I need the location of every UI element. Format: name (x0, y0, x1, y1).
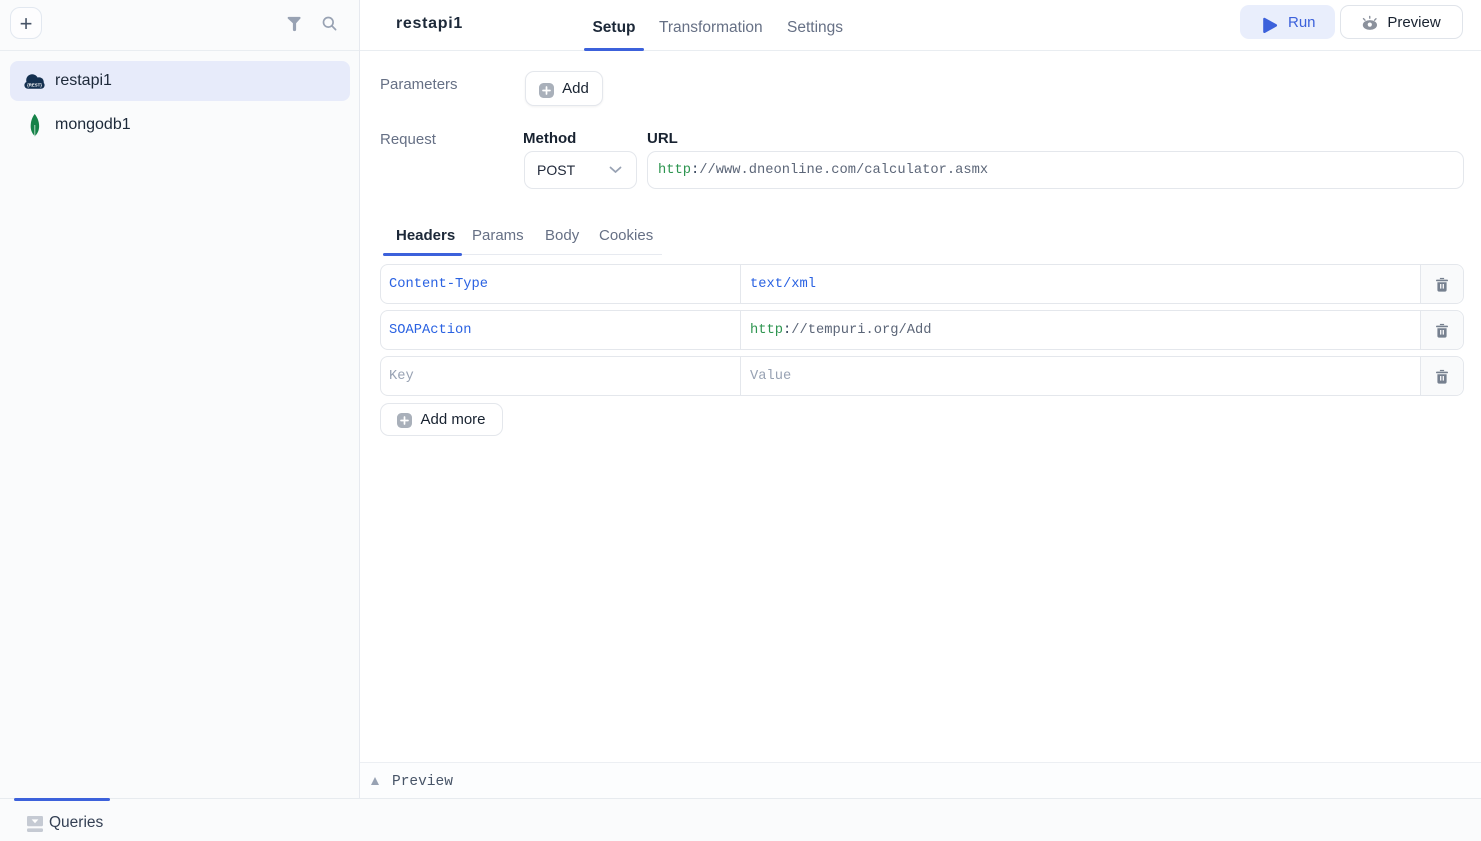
svg-text:{REST}: {REST} (27, 83, 42, 88)
